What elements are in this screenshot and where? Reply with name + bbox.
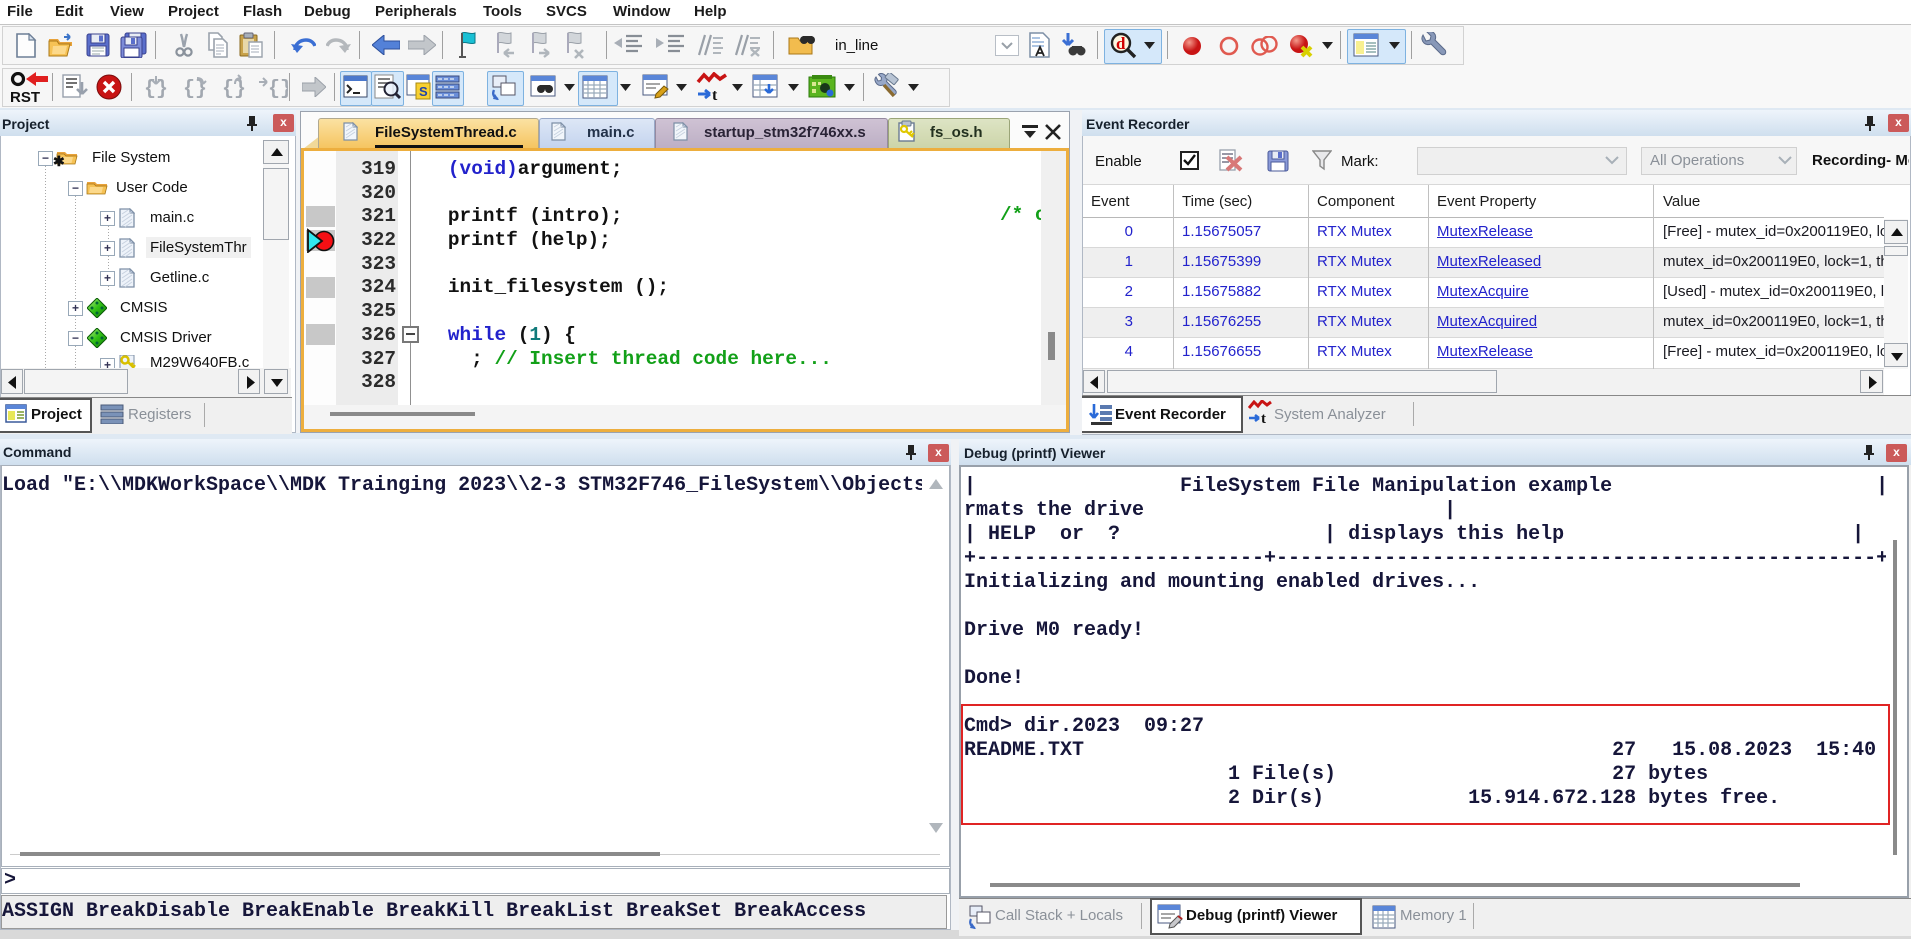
svg-text:RST: RST — [10, 89, 40, 104]
svg-text:t: t — [712, 87, 718, 102]
svg-text:{}: {} — [268, 78, 288, 100]
svg-text:t: t — [1261, 411, 1266, 426]
svg-text:S: S — [419, 84, 428, 99]
svg-text:d: d — [1116, 34, 1126, 53]
svg-text:✱: ✱ — [53, 155, 65, 167]
svg-text:{}: {} — [222, 78, 246, 100]
